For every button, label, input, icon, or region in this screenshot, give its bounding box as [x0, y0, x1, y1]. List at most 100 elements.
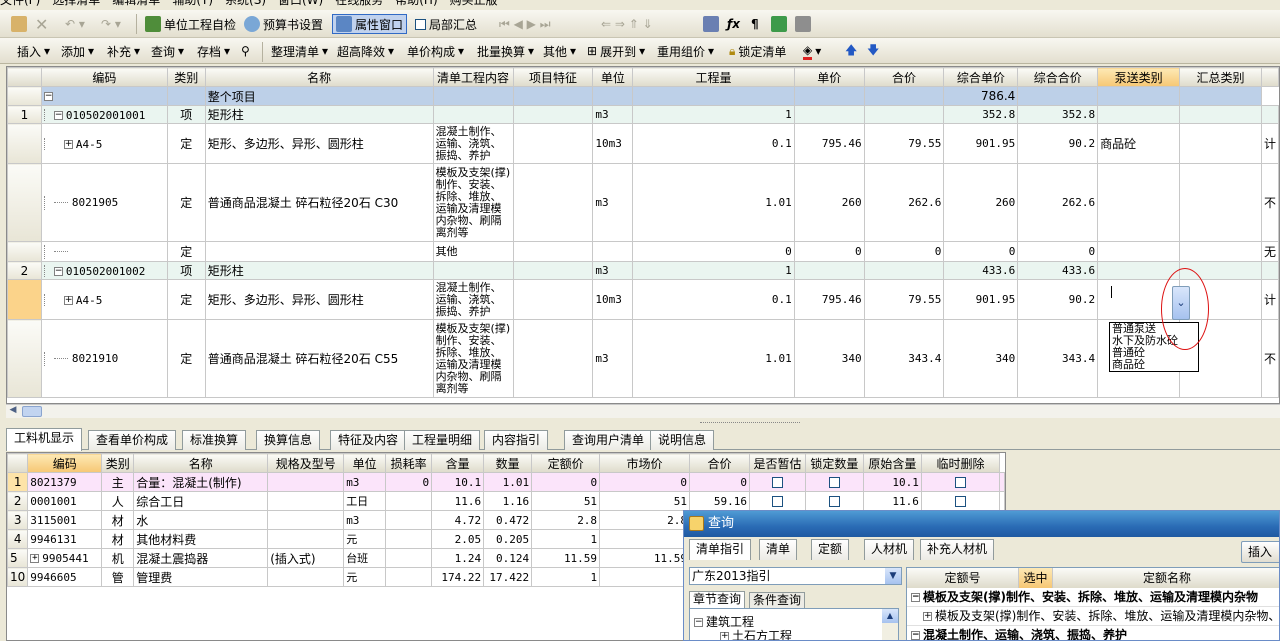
grid-cell[interactable]: 352.8 [1017, 105, 1099, 124]
grid-cell[interactable]: 混凝土制作、运输、浇筑、振捣、养护 [432, 123, 514, 164]
grid-header-cell[interactable]: 综合单价 [943, 67, 1019, 87]
resource-content[interactable]: 11.6 [431, 491, 485, 511]
menu-item[interactable]: 帮助(H) [395, 0, 437, 7]
grid-cell[interactable]: 计 [1260, 123, 1279, 164]
grid-cell[interactable] [512, 241, 594, 262]
resource-header-cell[interactable]: 规格及型号 [267, 453, 345, 473]
grid-header-cell[interactable]: 泵送类别 [1097, 67, 1181, 87]
grid-cell[interactable]: 343.4 [863, 319, 945, 398]
resource-type[interactable]: 人 [101, 491, 135, 511]
grid-cell[interactable]: 433.6 [1017, 261, 1099, 280]
resource-spec[interactable] [267, 510, 345, 530]
grid-cell[interactable]: 1 [632, 261, 795, 280]
grid-header-cell[interactable]: 汇总类别 [1179, 67, 1262, 87]
query-tab[interactable]: 清单 [759, 539, 798, 560]
grid-header-cell[interactable]: 类别 [166, 67, 206, 87]
grid-header-cell[interactable]: 编码 [40, 67, 168, 87]
resource-mprice[interactable]: 51 [599, 491, 690, 511]
grid-header-cell[interactable]: 综合合价 [1017, 67, 1099, 87]
grid-cell[interactable]: 0.1 [632, 279, 795, 320]
grid-cell[interactable] [1260, 261, 1279, 280]
resource-row[interactable]: 2 0001001 人综合工日 工日 11.6 1.16 51 51 59.16 11.6 [7, 491, 1005, 511]
resource-header-cell[interactable]: 单位 [343, 453, 387, 473]
unit-price-button[interactable]: 单价构成 ▾ [404, 41, 467, 61]
resource-spec[interactable] [267, 529, 345, 549]
grid-cell[interactable]: 901.95 [943, 123, 1019, 164]
grid-cell[interactable]: 260 [793, 163, 865, 242]
resource-code[interactable]: 3115001 [27, 510, 103, 530]
grid-cell[interactable]: 普通商品混凝土 碎石粒径20石 C30 [204, 163, 434, 242]
resource-type[interactable]: 主 [101, 472, 135, 492]
grid-cell[interactable]: 79.55 [863, 279, 945, 320]
grid-cell[interactable]: 定 [166, 279, 206, 320]
reuse-button[interactable]: 重用组价 ▾ [654, 41, 717, 61]
resource-code[interactable]: 8021379 [27, 472, 103, 492]
resource-unit[interactable]: 元 [343, 567, 387, 587]
resource-type[interactable]: 材 [101, 529, 135, 549]
sheet-button[interactable] [792, 14, 814, 34]
grid-cell[interactable] [863, 105, 945, 124]
grid-cell[interactable]: 商品砼 [1097, 123, 1181, 164]
resource-header-cell[interactable]: 含量 [431, 453, 485, 473]
grid-cell[interactable] [1179, 241, 1262, 262]
grid-cell[interactable] [512, 105, 594, 124]
self-check-button[interactable]: 单位工程自检 [142, 14, 239, 34]
query-insert-button[interactable]: 插入 [1241, 541, 1279, 563]
resource-total[interactable]: 59.16 [688, 491, 750, 511]
query-tab[interactable]: 清单指引 [689, 539, 752, 560]
detail-tab[interactable]: 特征及内容 [330, 430, 407, 450]
resource-unit[interactable]: 台班 [343, 548, 387, 568]
norm-group-row[interactable]: − 模板及支架(撑)制作、安装、拆除、堆放、运输及清理模内杂物 [907, 588, 1279, 607]
resource-name[interactable]: 混凝土震捣器 [133, 548, 269, 568]
grid-cell[interactable]: 矩形柱 [204, 105, 434, 124]
grid-cell[interactable]: 项 [166, 261, 206, 280]
add-button[interactable]: 添加 ▾ [58, 41, 97, 61]
grid-cell[interactable]: 433.6 [943, 261, 1019, 280]
grid-cell[interactable]: 1 [7, 105, 42, 124]
menu-item[interactable]: 文件(F) [0, 0, 40, 7]
resource-mprice[interactable] [599, 529, 690, 549]
grid-cell[interactable]: 矩形柱 [204, 261, 434, 280]
menu-item[interactable]: 辅助(T) [172, 0, 213, 7]
grid-cell[interactable] [512, 163, 594, 242]
grid-cell[interactable]: 1.01 [632, 319, 795, 398]
guide-select[interactable]: 广东2013指引 ▼ [689, 567, 902, 585]
grid-cell[interactable]: 普通商品混凝土 碎石粒径20石 C55 [204, 319, 434, 398]
property-window-button[interactable]: 属性窗口 [332, 14, 408, 34]
resource-name[interactable]: 其他材料费 [133, 529, 269, 549]
bill-item-row[interactable]: 1−010502001001 项矩形柱 m3 1 352.8 352.8 [7, 105, 1279, 124]
grid-cell[interactable]: 计 [1260, 279, 1279, 320]
other-button[interactable]: 其他 ▾ [540, 41, 579, 61]
grid-cell[interactable]: 定 [166, 319, 206, 398]
resource-qprice[interactable]: 2.8 [531, 510, 601, 530]
menu-item[interactable]: 编辑清单 [112, 0, 160, 7]
grid-cell[interactable]: 0 [863, 241, 945, 262]
tree-node-earthwork[interactable]: + 土石方工程 [720, 627, 792, 640]
store-button[interactable]: 存档 ▾ [194, 41, 233, 61]
grid-cell[interactable]: 混凝土制作、运输、浇筑、振捣、养护 [432, 279, 514, 320]
resource-loss[interactable] [385, 567, 433, 587]
grid-cell[interactable] [512, 279, 594, 320]
resource-qty[interactable]: 0.472 [483, 510, 533, 530]
tree-scrollbar[interactable]: ▲ [882, 609, 898, 640]
budget-settings-button[interactable]: 预算书设置 [241, 14, 326, 34]
grid-cell[interactable]: 260 [943, 163, 1019, 242]
grid-cell[interactable] [204, 241, 434, 262]
grid-cell[interactable]: 79.55 [863, 123, 945, 164]
grid-cell[interactable]: 矩形、多边形、异形、圆形柱 [204, 279, 434, 320]
grid-cell[interactable] [512, 123, 594, 164]
grid-header-cell[interactable]: 名称 [204, 67, 434, 87]
resource-content[interactable]: 174.22 [431, 567, 485, 587]
grid-cell[interactable]: 901.95 [943, 279, 1019, 320]
norm-row[interactable]: 定其他 0 0 0 0 0 无 [7, 241, 1279, 262]
resource-qty[interactable]: 1.16 [483, 491, 533, 511]
resource-qprice[interactable]: 51 [531, 491, 601, 511]
grid-cell[interactable] [7, 241, 42, 262]
grid-cell[interactable]: 定 [166, 123, 206, 164]
move-buttons[interactable]: ⇐ ⇒ ⇑ ⇓ [598, 14, 656, 34]
binoculars-button[interactable]: ⚲ [238, 41, 253, 61]
grid-cell[interactable]: 10m3 [592, 123, 634, 164]
undo-button[interactable]: ↶ ▾ [62, 14, 88, 34]
resource-header-cell[interactable]: 名称 [133, 453, 269, 473]
grid-cell[interactable]: 0 [943, 241, 1019, 262]
